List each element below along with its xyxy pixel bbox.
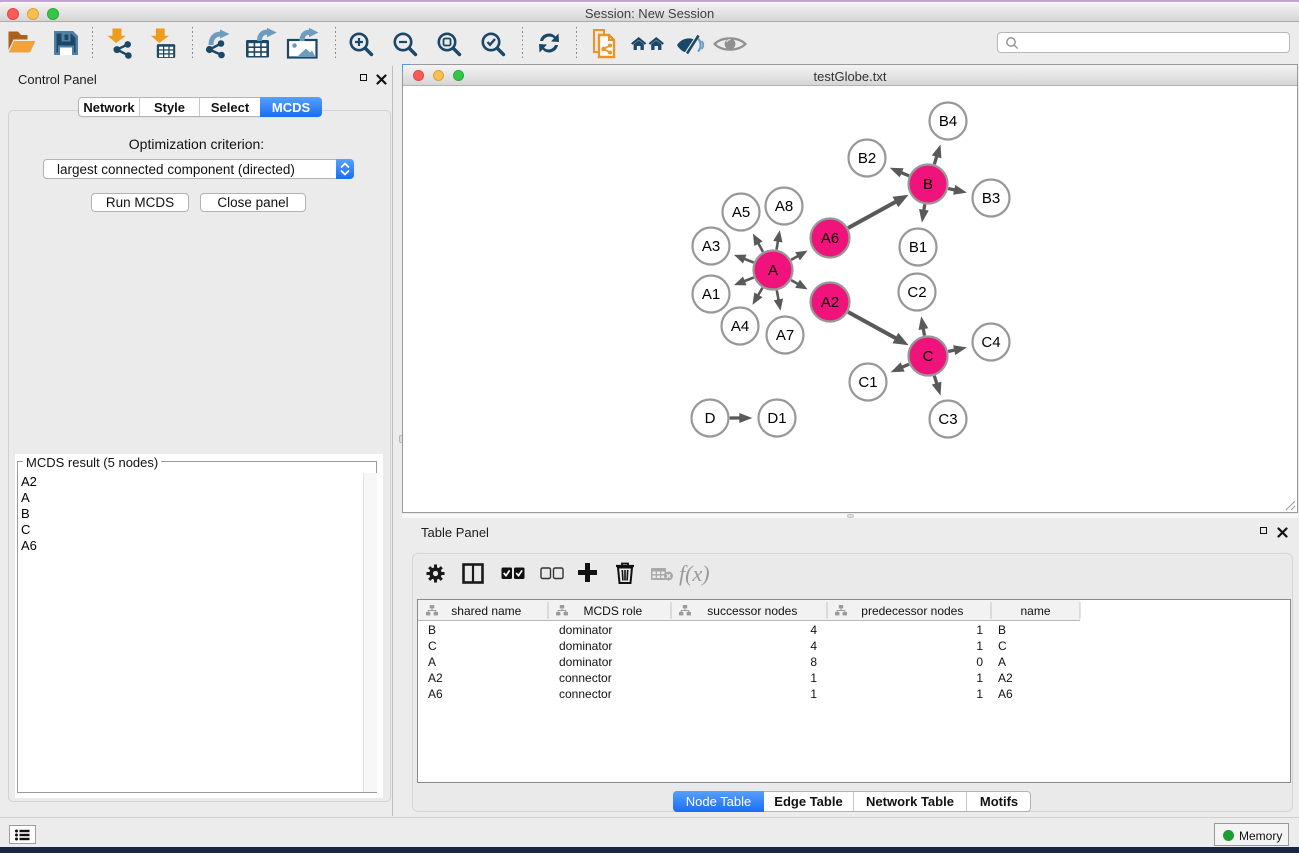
svg-text:A7: A7 [776, 327, 794, 344]
svg-text:D: D [705, 410, 716, 427]
svg-text:A5: A5 [732, 204, 750, 221]
svg-text:D1: D1 [767, 410, 786, 427]
svg-text:C3: C3 [938, 411, 957, 428]
svg-text:A: A [768, 262, 778, 279]
svg-text:C: C [923, 348, 934, 365]
svg-text:A4: A4 [731, 318, 749, 335]
svg-text:B1: B1 [909, 239, 927, 256]
svg-text:B4: B4 [939, 113, 957, 130]
svg-text:C4: C4 [981, 334, 1000, 351]
svg-text:A1: A1 [702, 286, 720, 303]
svg-text:C1: C1 [858, 374, 877, 391]
svg-text:A3: A3 [702, 238, 720, 255]
svg-text:C2: C2 [907, 284, 926, 301]
svg-text:B2: B2 [858, 150, 876, 167]
svg-text:A2: A2 [821, 294, 839, 311]
svg-text:A6: A6 [821, 230, 839, 247]
svg-text:A8: A8 [775, 198, 793, 215]
svg-text:B3: B3 [982, 190, 1000, 207]
svg-text:B: B [923, 176, 933, 193]
